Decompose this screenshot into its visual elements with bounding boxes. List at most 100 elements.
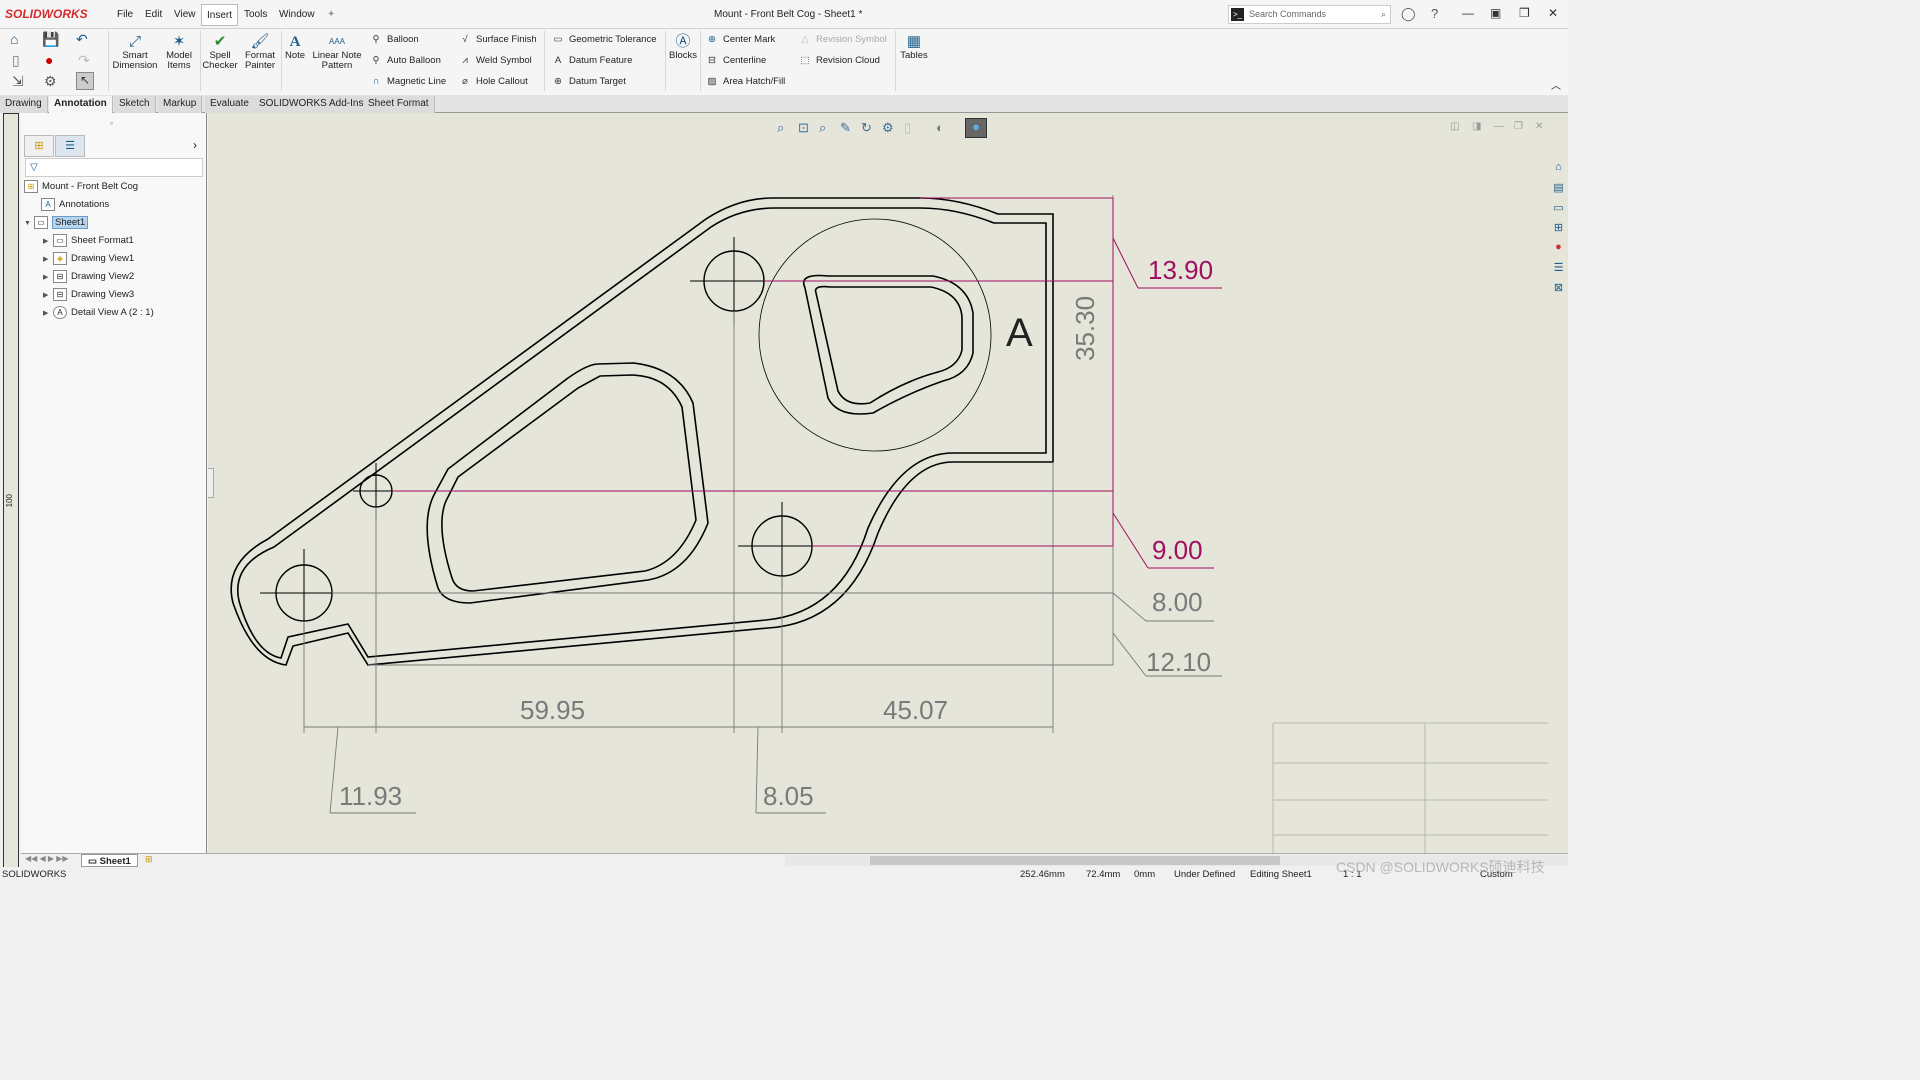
expand-panel-icon[interactable]: › — [193, 138, 197, 152]
center-mark-button[interactable]: ⊕ Center Mark — [704, 31, 775, 49]
dimension-45-07[interactable]: 45.07 — [883, 695, 948, 726]
tables-button[interactable]: ▦ Tables — [898, 33, 930, 61]
drawing-canvas[interactable]: ⌕ ⊡ ⌕ ✎ ↻ ⚙ ▯ ◐ ● ◫ ◨ — ❐ ✕ A 13.90 35.3… — [208, 113, 1548, 853]
panel-grip[interactable]: ∘ — [109, 119, 114, 128]
expand-arrow-icon[interactable]: ▶ — [43, 270, 53, 286]
expand-arrow-icon[interactable]: ▶ — [43, 234, 53, 250]
tab-sheet-format[interactable]: Sheet Format — [363, 96, 435, 113]
revision-symbol-button[interactable]: △ Revision Symbol — [797, 31, 887, 49]
tab-sketch[interactable]: Sketch — [114, 96, 156, 113]
note-button[interactable]: A Note — [283, 33, 307, 61]
model-items-button[interactable]: ✶ Model Items — [162, 33, 196, 71]
undo-icon[interactable]: ↶ — [76, 31, 88, 48]
area-hatch-icon: ▨ — [707, 76, 717, 87]
options-gear-icon[interactable]: ⚙ — [44, 73, 57, 90]
help-icon[interactable]: ? — [1431, 6, 1438, 21]
home-icon[interactable]: ⌂ — [10, 31, 18, 47]
scrollbar-thumb[interactable] — [870, 856, 1280, 865]
datum-feature-button[interactable]: A Datum Feature — [550, 52, 633, 70]
hole-callout-button[interactable]: ⌀ Hole Callout — [457, 73, 528, 91]
weld-symbol-button[interactable]: ⩘ Weld Symbol — [457, 52, 531, 70]
tree-item-sheet1[interactable]: ▼ ▭ Sheet1 — [24, 215, 89, 232]
pin-icon[interactable]: ✦ — [322, 4, 340, 26]
magnetic-line-button[interactable]: ∩ Magnetic Line — [368, 73, 447, 91]
select-pointer-icon[interactable]: ↖ — [76, 72, 94, 90]
tree-item-detail-view[interactable]: ▶ A Detail View A (2 : 1) — [43, 305, 154, 321]
revision-symbol-label: Revision Symbol — [816, 34, 887, 45]
dimension-59-95[interactable]: 59.95 — [520, 695, 585, 726]
view-palette-icon[interactable]: ⊞ — [1551, 221, 1566, 236]
detail-label[interactable]: A — [1006, 311, 1033, 356]
user-icon[interactable]: ◯ — [1401, 6, 1416, 22]
tab-evaluate[interactable]: Evaluate — [205, 96, 255, 113]
smart-dimension-button[interactable]: ⤢ Smart Dimension — [111, 33, 159, 71]
collapse-arrow-icon[interactable]: ▼ — [24, 216, 34, 232]
menu-window[interactable]: Window — [274, 4, 320, 26]
rebuild-icon[interactable]: ● — [45, 52, 53, 68]
dimension-8-00[interactable]: 8.00 — [1152, 587, 1203, 618]
new-document-icon[interactable]: ▯ — [12, 52, 20, 69]
add-sheet-icon[interactable]: ⊞ — [145, 854, 153, 865]
datum-target-button[interactable]: ⊕ Datum Target — [550, 73, 626, 91]
filter-input[interactable]: ▽ — [25, 158, 203, 177]
menu-view[interactable]: View — [169, 4, 201, 26]
featuremanager-tab[interactable]: ⊞ — [24, 135, 54, 157]
search-icon[interactable]: ⌕ — [1381, 6, 1386, 23]
menu-edit[interactable]: Edit — [140, 4, 167, 26]
appearances-icon[interactable]: ● — [1551, 241, 1566, 256]
menu-insert[interactable]: Insert — [201, 4, 239, 26]
custom-properties-icon[interactable]: ☰ — [1551, 261, 1566, 276]
open-icon[interactable]: ⇲ — [12, 73, 24, 90]
area-hatch-button[interactable]: ▨ Area Hatch/Fill — [704, 73, 786, 91]
restore-button[interactable]: ❐ — [1519, 6, 1530, 20]
tab-annotation[interactable]: Annotation — [49, 96, 113, 113]
file-explorer-icon[interactable]: ▭ — [1551, 201, 1566, 216]
balloon-button[interactable]: ⚲ Balloon — [368, 31, 419, 49]
search-commands-input[interactable]: >_ Search Commands ⌕ — [1228, 5, 1391, 24]
revision-cloud-label: Revision Cloud — [816, 55, 880, 66]
dimension-35-30[interactable]: 35.30 — [1070, 296, 1101, 361]
close-button[interactable]: ✕ — [1548, 6, 1558, 20]
menu-file[interactable]: File — [112, 4, 138, 26]
blocks-button[interactable]: Ⓐ Blocks — [668, 33, 698, 61]
auto-balloon-button[interactable]: ⚲ Auto Balloon — [368, 52, 441, 70]
centerline-button[interactable]: ⊟ Centerline — [704, 52, 766, 70]
status-app: SOLIDWORKS — [2, 869, 67, 880]
dimension-11-93[interactable]: 11.93 — [339, 781, 402, 812]
tab-addins[interactable]: SOLIDWORKS Add-Ins — [254, 96, 370, 113]
minimize-button[interactable]: — — [1462, 6, 1474, 20]
expand-arrow-icon[interactable]: ▶ — [43, 252, 53, 268]
expand-arrow-icon[interactable]: ▶ — [43, 288, 53, 304]
collapse-ribbon-icon[interactable]: ︿ — [1551, 77, 1561, 92]
format-painter-button[interactable]: 🖌 Format Painter — [242, 33, 278, 71]
tab-markup[interactable]: Markup — [158, 96, 203, 113]
dimension-13-90[interactable]: 13.90 — [1148, 255, 1213, 286]
dimension-9-00[interactable]: 9.00 — [1152, 535, 1203, 566]
solidworks-resources-icon[interactable]: ⌂ — [1551, 161, 1566, 176]
tree-item-annotations[interactable]: A Annotations — [41, 197, 109, 213]
sheet-tab[interactable]: ▭ Sheet1 — [81, 854, 138, 867]
sheet-nav-icon[interactable]: ◀◀ ◀ ▶ ▶▶ — [25, 854, 69, 863]
tree-item-drawing-view1[interactable]: ▶ ◈ Drawing View1 — [43, 251, 134, 267]
spell-checker-button[interactable]: ✔ Spell Checker — [202, 33, 238, 71]
tree-item-drawing-view2[interactable]: ▶ ⊟ Drawing View2 — [43, 269, 134, 285]
redo-icon[interactable]: ↷ — [78, 52, 90, 69]
tab-drawing[interactable]: Drawing — [0, 96, 48, 113]
linear-note-pattern-button[interactable]: AAA Linear Note Pattern — [311, 33, 363, 71]
design-library-icon[interactable]: ▤ — [1551, 181, 1566, 196]
surface-finish-button[interactable]: √ Surface Finish — [457, 31, 536, 49]
revision-cloud-button[interactable]: ⬚ Revision Cloud — [797, 52, 880, 70]
expand-arrow-icon[interactable]: ▶ — [43, 306, 53, 322]
propertymanager-tab[interactable]: ☰ — [55, 135, 85, 157]
dimension-12-10[interactable]: 12.10 — [1146, 647, 1211, 678]
menu-tools[interactable]: Tools — [239, 4, 272, 26]
tree-item-root[interactable]: ⊞ Mount - Front Belt Cog — [24, 179, 138, 195]
solidworks-forum-icon[interactable]: ⊠ — [1551, 281, 1566, 296]
tree-item-sheet-format[interactable]: ▶ ▭ Sheet Format1 — [43, 233, 134, 249]
geometric-tolerance-button[interactable]: ▭ Geometric Tolerance — [550, 31, 657, 49]
save-icon[interactable]: 💾 — [42, 31, 59, 48]
tree-item-drawing-view3[interactable]: ▶ ⊟ Drawing View3 — [43, 287, 134, 303]
dimension-8-05[interactable]: 8.05 — [763, 781, 814, 812]
solidworks-logo[interactable]: SOLIDWORKS — [5, 7, 88, 21]
tile-button[interactable]: ▣ — [1490, 6, 1501, 20]
